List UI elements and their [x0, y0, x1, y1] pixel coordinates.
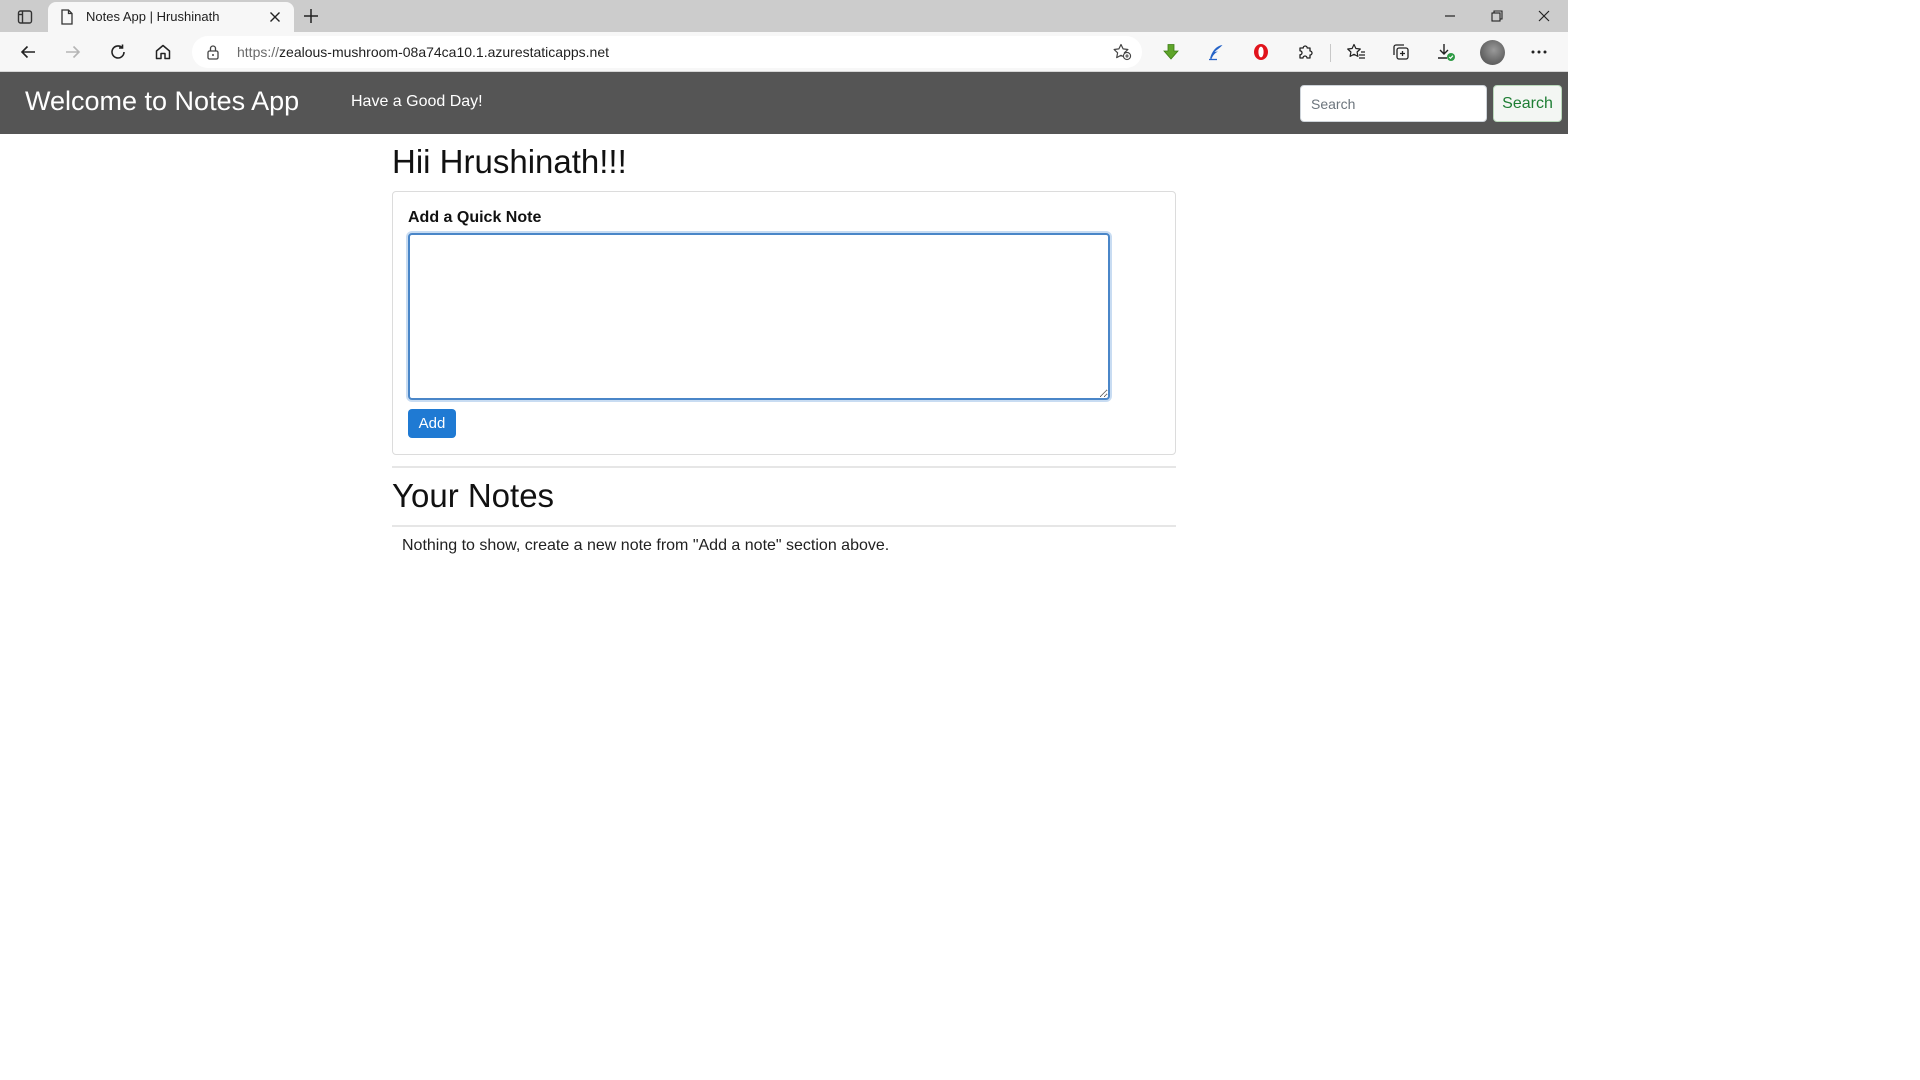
home-icon[interactable]: [151, 40, 175, 64]
refresh-icon[interactable]: [106, 40, 130, 64]
toolbar-divider: [1330, 44, 1331, 62]
browser-toolbar: https://zealous-mushroom-08a74ca10.1.azu…: [0, 32, 1568, 72]
plus-icon[interactable]: [300, 5, 322, 27]
collections-icon[interactable]: [1389, 40, 1413, 64]
browser-tab[interactable]: Notes App | Hrushinath: [48, 2, 294, 32]
navbar-brand[interactable]: Welcome to Notes App: [25, 86, 299, 117]
address-bar[interactable]: https://zealous-mushroom-08a74ca10.1.azu…: [192, 36, 1142, 68]
url-scheme: https://: [237, 44, 280, 60]
url-text: https://zealous-mushroom-08a74ca10.1.azu…: [237, 44, 609, 60]
divider: [392, 466, 1176, 468]
search-input[interactable]: [1300, 85, 1487, 122]
empty-notes-message: Nothing to show, create a new note from …: [402, 537, 890, 554]
add-note-label: Add a Quick Note: [408, 209, 542, 226]
add-note-button[interactable]: Add: [408, 409, 456, 438]
greeting-heading: Hii Hrushinath!!!: [392, 143, 627, 180]
nav-link-good-day[interactable]: Have a Good Day!: [351, 93, 483, 111]
green-download-arrow-icon[interactable]: [1159, 40, 1183, 64]
forward-arrow-icon[interactable]: [61, 40, 85, 64]
add-favorite-icon[interactable]: [1112, 43, 1132, 66]
notes-heading: Your Notes: [392, 477, 555, 514]
more-dots-icon[interactable]: [1527, 40, 1551, 64]
download-icon[interactable]: [1434, 40, 1458, 64]
window-close-icon[interactable]: [1531, 4, 1557, 28]
note-textarea[interactable]: [408, 233, 1110, 400]
tab-title: Notes App | Hrushinath: [86, 9, 220, 24]
add-note-card: Add a Quick Note Add: [392, 191, 1176, 455]
url-host: zealous-mushroom-08a74ca10.1.azurestatic…: [279, 44, 610, 60]
browser-tab-strip: Notes App | Hrushinath: [0, 0, 1568, 32]
tab-actions-icon[interactable]: [12, 6, 38, 28]
puzzle-piece-icon[interactable]: [1294, 40, 1318, 64]
minimize-icon[interactable]: [1437, 4, 1463, 28]
restore-icon[interactable]: [1484, 4, 1510, 28]
back-arrow-icon[interactable]: [16, 40, 40, 64]
page-icon: [60, 9, 74, 30]
red-o-icon[interactable]: [1249, 40, 1273, 64]
avatar[interactable]: [1480, 40, 1505, 65]
favorites-star-icon[interactable]: [1344, 40, 1368, 64]
close-icon[interactable]: [266, 8, 284, 26]
divider: [392, 525, 1176, 527]
blue-feather-pen-icon[interactable]: [1204, 40, 1228, 64]
search-button[interactable]: Search: [1493, 85, 1562, 122]
site-navbar: Welcome to Notes App Have a Good Day! Se…: [0, 72, 1568, 134]
lock-icon[interactable]: [206, 44, 220, 65]
